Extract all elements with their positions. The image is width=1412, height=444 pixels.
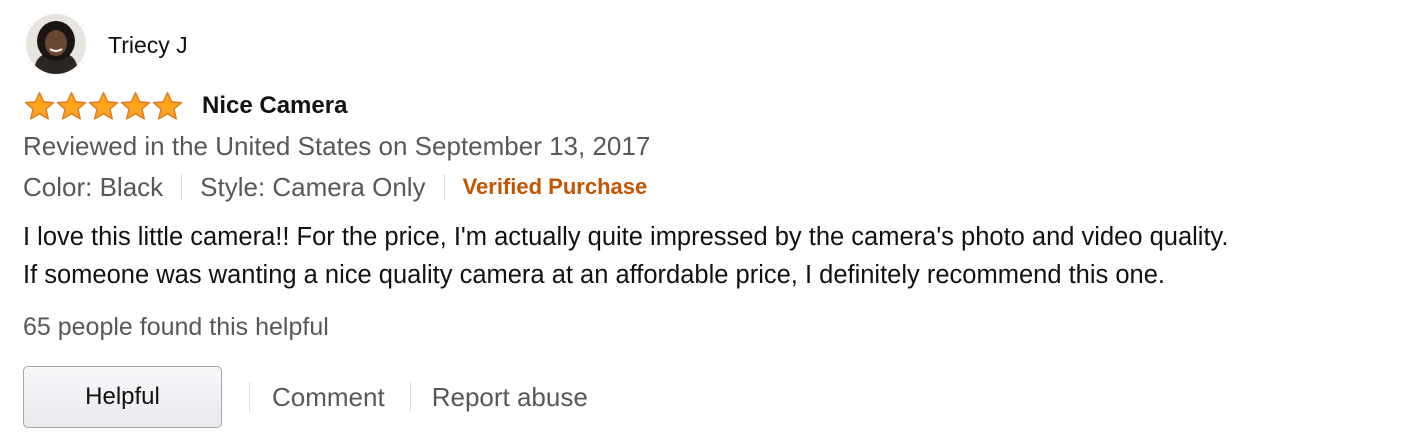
helpful-button[interactable]: Helpful <box>23 366 222 428</box>
divider <box>249 382 250 412</box>
customer-review: Triecy J Nice Camera Reviewed in the Uni… <box>0 0 1412 444</box>
helpful-count: 65 people found this helpful <box>23 313 329 341</box>
review-actions: Helpful Comment Report abuse <box>23 366 588 428</box>
star-icon <box>120 91 151 120</box>
review-body-line: If someone was wanting a nice quality ca… <box>23 261 1165 289</box>
format-strip: Color: Black Style: Camera Only Verified… <box>23 170 647 204</box>
star-icon <box>56 91 87 120</box>
review-body-line: I love this little camera!! For the pric… <box>23 223 1229 251</box>
star-rating[interactable] <box>24 91 183 121</box>
format-color-link[interactable]: Color: Black <box>23 172 163 203</box>
divider <box>181 174 183 200</box>
star-icon <box>24 91 55 120</box>
verified-purchase-badge[interactable]: Verified Purchase <box>463 174 648 200</box>
user-avatar-icon <box>26 14 86 74</box>
divider <box>409 382 411 412</box>
review-body: I love this little camera!! For the pric… <box>23 218 1403 294</box>
reviewer-profile[interactable]: Triecy J <box>26 14 188 74</box>
review-title[interactable]: Nice Camera <box>202 92 347 120</box>
review-date: Reviewed in the United States on Septemb… <box>23 131 651 161</box>
rating-row: Nice Camera <box>24 89 347 123</box>
reviewer-name[interactable]: Triecy J <box>108 32 188 59</box>
star-icon <box>152 91 183 120</box>
format-style-link[interactable]: Style: Camera Only <box>200 172 425 203</box>
avatar[interactable] <box>26 14 86 74</box>
star-icon <box>88 91 119 120</box>
divider <box>443 174 445 200</box>
comment-link[interactable]: Comment <box>272 382 385 413</box>
report-abuse-link[interactable]: Report abuse <box>432 382 588 413</box>
